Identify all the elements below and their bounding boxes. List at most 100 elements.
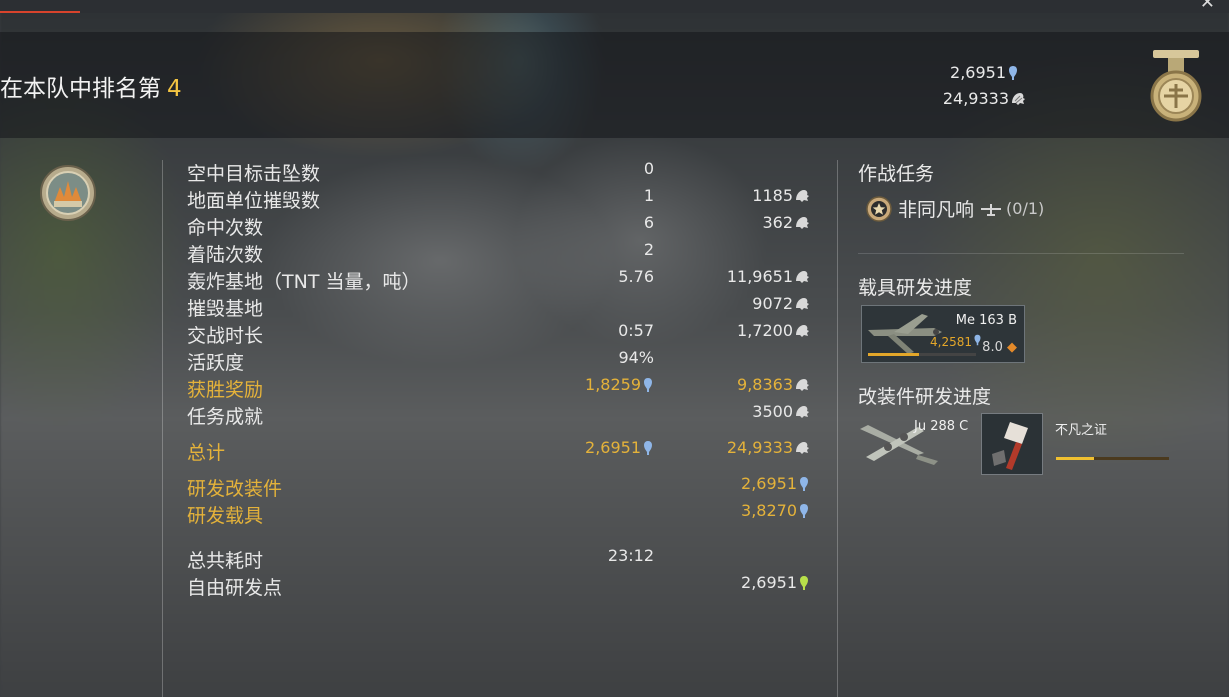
stat-count: 5.76: [618, 267, 654, 286]
stat-reward: 9072: [752, 294, 810, 313]
battle-rating: 8.0 ◆: [982, 340, 1017, 355]
top-tab-bar: ✕: [0, 0, 1229, 13]
stat-row: 着陆次数 2: [187, 240, 817, 267]
rating-diamond-icon: ◆: [1007, 340, 1017, 355]
stat-reward: 3500: [752, 402, 810, 421]
vehicle-progress-title: 载具研发进度: [858, 277, 973, 299]
research-icon: [800, 476, 808, 491]
medal-icon: [1150, 50, 1202, 122]
mod-progress-title: 改装件研发进度: [858, 386, 992, 408]
totals-sl: 2,6951: [585, 438, 654, 457]
vehicle-progress-bar: [868, 353, 976, 356]
research-points-icon: [796, 270, 809, 283]
research-points-icon: [796, 405, 809, 418]
plane-icon: [981, 203, 1002, 216]
task-name: 非同凡响: [898, 199, 975, 221]
free-rp-value: 2,6951: [741, 573, 810, 592]
stat-reward: 1,7200: [737, 321, 810, 340]
mod-vehicle-name: Ju 288 C: [914, 419, 969, 434]
stat-row: 交战时长 0:57 1,7200: [187, 321, 817, 348]
stat-label: 摧毁基地: [187, 298, 264, 320]
vehicle-name: Me 163 B: [955, 313, 1017, 328]
research-points-icon: [796, 216, 809, 229]
research-points-icon: [796, 441, 809, 454]
research-icon: [800, 503, 808, 518]
stat-label: 空中目标击坠数: [187, 163, 321, 185]
research-row: 研发载具 3,8270: [187, 501, 817, 528]
stat-label: 命中次数: [187, 217, 264, 239]
stat-count-value: 1,8259: [585, 375, 641, 394]
stat-label: 获胜奖励: [187, 379, 264, 401]
stat-row: 获胜奖励 1,8259 9,8363: [187, 375, 817, 402]
totals-row: 总计 2,6951 24,9333: [187, 438, 817, 465]
stat-count: 1,8259: [585, 375, 654, 394]
free-research-icon: [800, 575, 808, 590]
stat-label: 着陆次数: [187, 244, 264, 266]
silver-lions-icon: [1009, 65, 1017, 80]
stat-row: 地面单位摧毁数 1 1185: [187, 186, 817, 213]
mod-progress-fill: [1056, 457, 1095, 460]
stat-reward-value: 3500: [752, 402, 793, 421]
stat-row: 任务成就 3500: [187, 402, 817, 429]
stat-row: 空中目标击坠数 0: [187, 159, 817, 186]
stat-count: 2: [643, 240, 654, 259]
time-row: 总共耗时 23:12: [187, 546, 817, 573]
right-divider: [837, 160, 838, 697]
mod-progress-bar: [1056, 457, 1169, 460]
rank-banner: [0, 32, 1229, 138]
rank-prefix: 在本队中排名第: [0, 76, 161, 102]
stat-row: 摧毁基地 9072: [187, 294, 817, 321]
hammer-mod-icon: [992, 422, 1028, 470]
research-points-icon: [1012, 92, 1025, 105]
team-rank-text: 在本队中排名第 4: [0, 69, 182, 103]
battle-rating-value: 8.0: [982, 340, 1003, 355]
vehicle-progress-card[interactable]: Me 163 B 4,2581 8.0 ◆: [861, 305, 1025, 363]
research-label: 研发改装件: [187, 478, 283, 500]
stat-label: 轰炸基地（TNT 当量，吨）: [187, 271, 421, 293]
vehicle-rp: 4,2581: [930, 334, 982, 349]
stat-reward-value: 362: [762, 213, 793, 232]
missions-title: 作战任务: [858, 163, 935, 185]
stat-count: 1: [643, 186, 654, 205]
totals-xp-value: 24,9333: [726, 438, 793, 457]
stat-label: 任务成就: [187, 406, 264, 428]
totals-xp: 24,9333: [727, 438, 810, 457]
star-medal-icon: [866, 195, 892, 222]
stat-reward: 1185: [752, 186, 810, 205]
achievement-badge-icon: [40, 165, 96, 221]
totals-label: 总计: [187, 442, 226, 464]
mod-card[interactable]: [981, 413, 1043, 475]
stat-label: 地面单位摧毁数: [187, 190, 321, 212]
research-value-text: 3,8270: [741, 501, 797, 520]
research-points-icon: [796, 378, 809, 391]
silver-lions-icon: [644, 440, 652, 455]
total-xp-value: 24,9333: [942, 89, 1009, 108]
stat-row: 命中次数 6 362: [187, 213, 817, 240]
free-rp-row: 自由研发点 2,6951: [187, 573, 817, 600]
stat-count: 94%: [618, 348, 654, 367]
research-value: 3,8270: [741, 501, 810, 520]
mission-task[interactable]: 非同凡响 (0/1): [866, 195, 1044, 222]
total-research-points: 24,9333: [943, 89, 1026, 108]
time-label: 总共耗时: [187, 550, 264, 572]
silver-lions-icon: [644, 377, 652, 392]
rank-value: 4: [167, 76, 182, 102]
free-rp-value-text: 2,6951: [741, 573, 797, 592]
research-label: 研发载具: [187, 505, 264, 527]
stat-reward: 9,8363: [737, 375, 810, 394]
research-icon: [974, 334, 981, 346]
stat-count: 0: [643, 159, 654, 178]
active-tab-underline: [0, 11, 80, 13]
total-silver-lions: 2,6951: [950, 63, 1019, 82]
total-sl-value: 2,6951: [950, 63, 1006, 82]
research-points-icon: [796, 324, 809, 337]
stat-reward-value: 1,7200: [737, 321, 793, 340]
stat-reward-value: 9072: [752, 294, 793, 313]
close-icon[interactable]: ✕: [1200, 0, 1215, 13]
free-rp-label: 自由研发点: [187, 577, 283, 599]
research-points-icon: [796, 297, 809, 310]
mod-name: 不凡之证: [1055, 423, 1108, 438]
stat-count: 0:57: [618, 321, 654, 340]
vehicle-rp-value: 4,2581: [930, 335, 972, 349]
left-divider: [162, 160, 163, 697]
